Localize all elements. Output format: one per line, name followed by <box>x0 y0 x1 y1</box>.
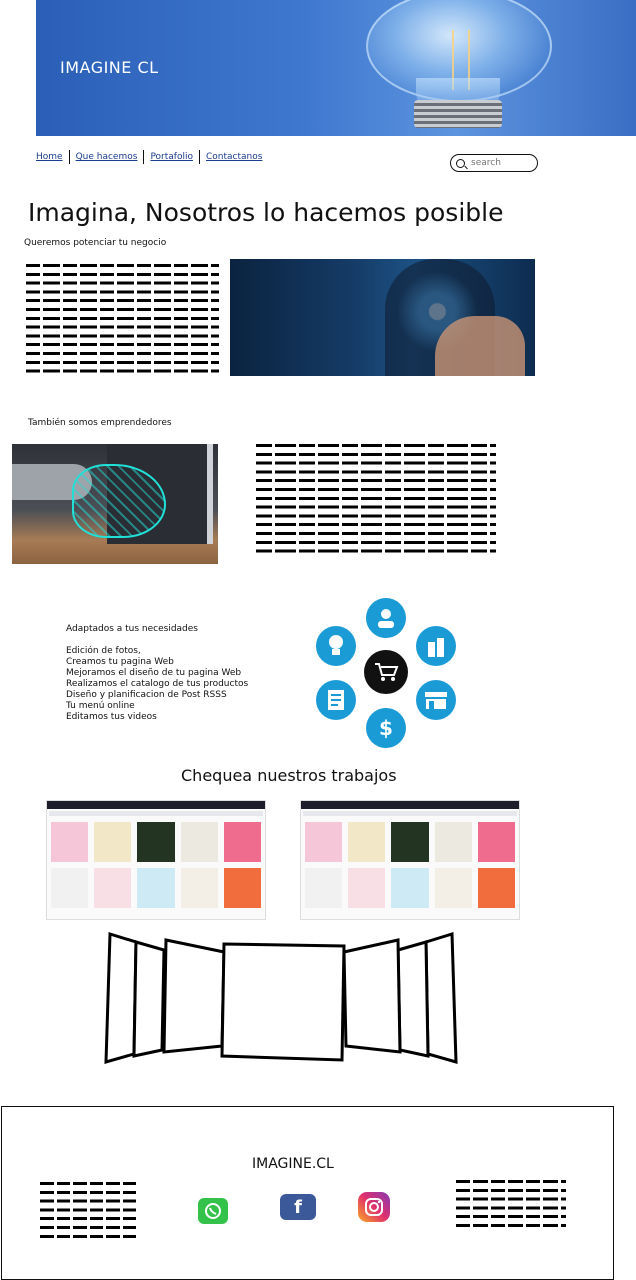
document-icon <box>316 680 356 720</box>
placeholder-text-block <box>256 444 496 554</box>
section-title: También somos emprendedores <box>28 418 172 428</box>
carousel-placeholder[interactable] <box>96 928 466 1078</box>
placeholder-text-block <box>40 1182 136 1238</box>
portfolio-screenshot[interactable] <box>46 800 266 920</box>
bottle-icon <box>416 626 456 666</box>
services-list: Adaptados a tus necesidades Edición de f… <box>66 624 248 723</box>
portfolio-screenshot[interactable] <box>300 800 520 920</box>
hero-subtitle: Queremos potenciar tu negocio <box>24 238 167 248</box>
service-item: Mejoramos el diseño de tu pagina Web <box>66 668 242 678</box>
main-nav: Home Que hacemos Portafolio Contactanos <box>36 148 268 166</box>
service-item: Realizamos el catalogo de tus productos <box>66 679 249 689</box>
placeholder-text-block <box>26 264 219 374</box>
store-icon <box>416 680 456 720</box>
nav-home[interactable]: Home <box>36 152 69 162</box>
placeholder-text-block <box>456 1180 566 1228</box>
services-heading: Adaptados a tus necesidades <box>66 624 198 634</box>
user-icon <box>366 598 406 638</box>
instagram-icon[interactable] <box>358 1192 390 1222</box>
dollar-icon: $ <box>366 708 406 748</box>
service-item: Creamos tu pagina Web <box>66 657 174 667</box>
search-box[interactable] <box>450 154 538 172</box>
search-input[interactable] <box>469 157 533 169</box>
footer-brand: IMAGINE.CL <box>252 1156 334 1172</box>
lightbulb-icon <box>316 626 356 666</box>
nav-contactanos[interactable]: Contactanos <box>200 152 268 162</box>
digital-hand-image <box>12 444 218 564</box>
header-banner: IMAGINE CL <box>36 0 636 136</box>
nav-portafolio[interactable]: Portafolio <box>144 152 199 162</box>
tech-hand-image <box>230 259 535 376</box>
service-item: Edición de fotos, <box>66 646 141 656</box>
nav-que-hacemos[interactable]: Que hacemos <box>70 152 144 162</box>
brand-title: IMAGINE CL <box>60 58 159 77</box>
facebook-icon[interactable]: f <box>280 1194 316 1220</box>
page-title: Imagina, Nosotros lo hacemos posible <box>28 198 504 227</box>
cart-icon <box>364 650 408 694</box>
search-icon <box>456 158 465 168</box>
service-item: Diseño y planificacion de Post RSSS <box>66 690 227 700</box>
service-item: Editamos tus videos <box>66 712 157 722</box>
service-item: Tu menú online <box>66 701 135 711</box>
work-title: Chequea nuestros trabajos <box>181 766 397 785</box>
whatsapp-icon[interactable] <box>198 1198 228 1224</box>
